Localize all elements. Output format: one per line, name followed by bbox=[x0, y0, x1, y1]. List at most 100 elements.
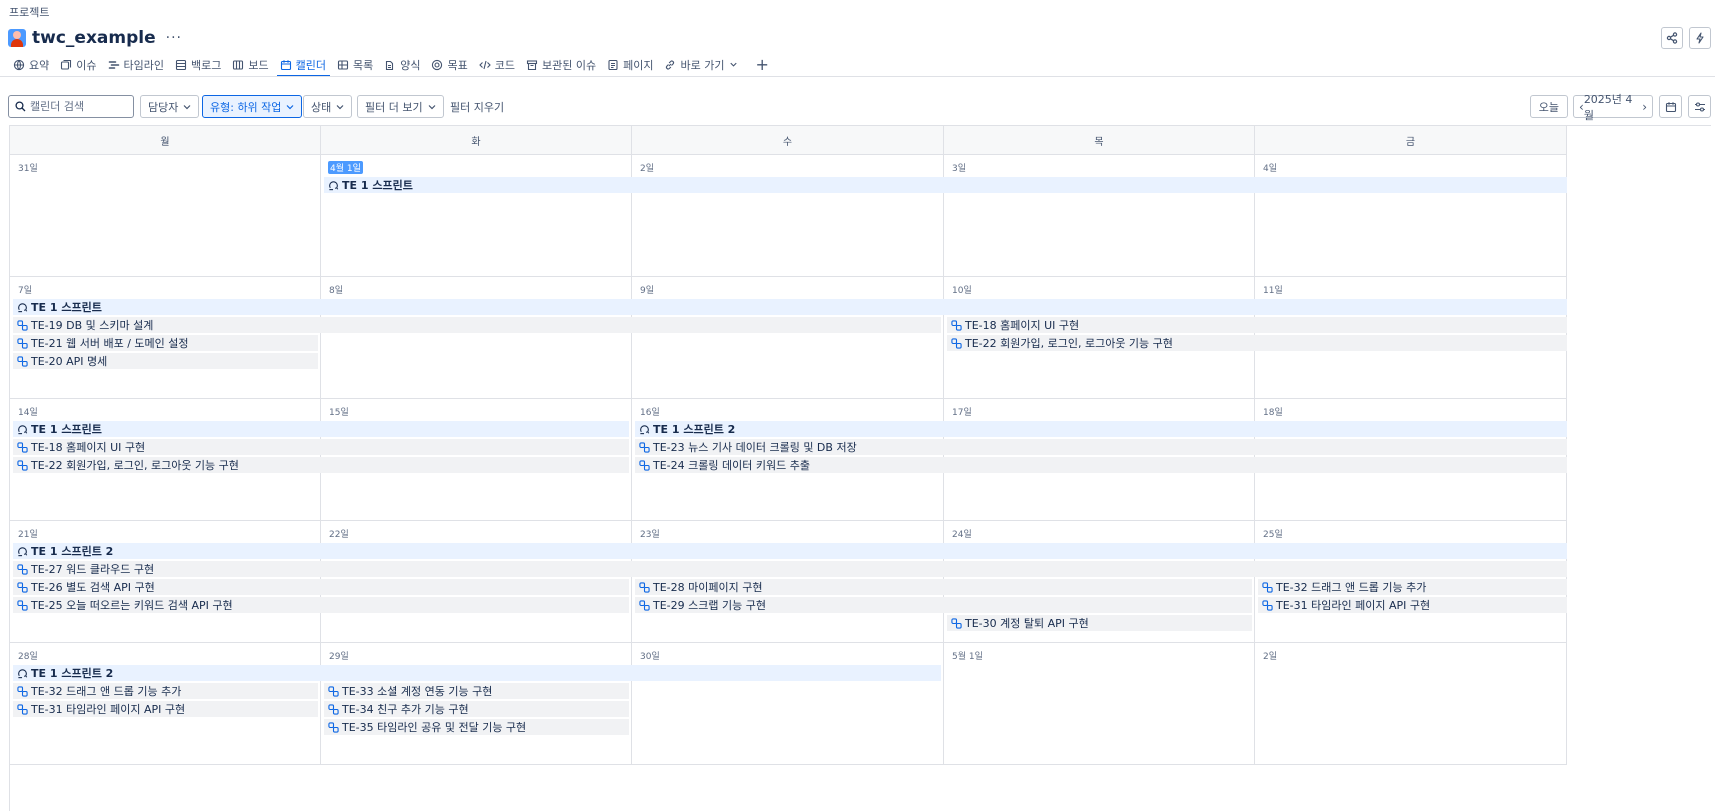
issue-bar[interactable]: TE-24 크롤링 데이터 키워드 추출 bbox=[635, 457, 1567, 473]
tab-code[interactable]: 코드 bbox=[474, 53, 521, 76]
subtask-icon bbox=[17, 563, 28, 575]
day-number: 28일 bbox=[18, 652, 38, 662]
day-number: 8일 bbox=[329, 286, 344, 296]
type-filter[interactable]: 유형: 하위 작업 bbox=[202, 95, 303, 118]
sprint-bar[interactable]: TE 1 스프린트 bbox=[13, 299, 1567, 315]
automation-button[interactable] bbox=[1689, 27, 1711, 49]
issue-label: TE-32 드래그 앤 드롭 기능 추가 bbox=[31, 685, 182, 698]
next-month-button[interactable]: › bbox=[1642, 100, 1647, 114]
issue-bar[interactable]: TE-33 소셜 계정 연동 기능 구현 bbox=[324, 683, 629, 699]
breadcrumb[interactable]: 프로젝트 bbox=[9, 4, 49, 20]
issue-bar[interactable]: TE-18 홈페이지 UI 구현 bbox=[947, 317, 1567, 333]
status-filter[interactable]: 상태 bbox=[303, 95, 353, 118]
issue-bar[interactable]: TE-28 마이페이지 구현 bbox=[635, 579, 1252, 595]
issue-bar[interactable]: TE-20 API 명세 bbox=[13, 353, 318, 369]
chevron-down-icon bbox=[428, 104, 436, 109]
weekday-header: 화 bbox=[321, 126, 632, 155]
day-cell[interactable]: 31일 bbox=[10, 155, 321, 277]
day-cell[interactable]: 9일 bbox=[632, 277, 944, 399]
day-cell[interactable]: 2일 bbox=[632, 155, 944, 277]
sprint-label: TE 1 스프린트 bbox=[31, 301, 102, 314]
day-cell[interactable]: 4일 bbox=[1255, 155, 1567, 277]
issue-label: TE-29 스크랩 기능 구현 bbox=[653, 599, 766, 612]
issue-label: TE-35 타임라인 공유 및 전달 기능 구현 bbox=[342, 721, 527, 734]
calendar-grid: 월 화 수 목 금 31일 4월 1일 2일 3일 4일 TE 1 스프린트 7일 8일 9일 10일 11일… bbox=[9, 125, 1711, 811]
more-actions-button[interactable]: ··· bbox=[166, 30, 182, 46]
issue-bar[interactable]: TE-31 타임라인 페이지 API 구현 bbox=[13, 701, 318, 717]
issues-icon bbox=[61, 59, 72, 70]
tab-calendar[interactable]: 캘린더 bbox=[275, 53, 332, 77]
issue-bar[interactable]: TE-29 스크랩 기능 구현 bbox=[635, 597, 1252, 613]
day-number: 11일 bbox=[1263, 286, 1283, 296]
sprint-bar[interactable]: TE 1 스프린트 2 bbox=[635, 421, 1567, 437]
lightning-icon bbox=[1696, 32, 1704, 44]
day-number: 5월 1일 bbox=[952, 652, 983, 662]
issue-bar[interactable]: TE-26 별도 검색 API 구현 bbox=[13, 579, 629, 595]
day-number: 29일 bbox=[329, 652, 349, 662]
issue-bar[interactable]: TE-23 뉴스 기사 데이터 크롤링 및 DB 저장 bbox=[635, 439, 1567, 455]
search-input[interactable] bbox=[30, 100, 130, 113]
subtask-icon bbox=[17, 599, 28, 611]
tab-archive[interactable]: 보관된 이슈 bbox=[521, 53, 602, 76]
tab-issues[interactable]: 이슈 bbox=[55, 53, 102, 76]
tab-forms[interactable]: 양식 bbox=[379, 53, 426, 76]
day-cell[interactable]: 4월 1일 bbox=[321, 155, 632, 277]
tab-page[interactable]: 페이지 bbox=[602, 53, 659, 76]
tab-board[interactable]: 보드 bbox=[227, 53, 274, 76]
tab-link[interactable]: 바로 가기 bbox=[659, 53, 749, 76]
issue-bar[interactable]: TE-34 친구 추가 기능 구현 bbox=[324, 701, 629, 717]
chevron-down-icon bbox=[286, 104, 294, 109]
issue-label: TE-34 친구 추가 기능 구현 bbox=[342, 703, 469, 716]
issue-bar[interactable]: TE-32 드래그 앤 드롭 기능 추가 bbox=[1258, 579, 1567, 595]
tab-goal[interactable]: 목표 bbox=[426, 53, 473, 76]
tab-backlog[interactable]: 백로그 bbox=[170, 53, 227, 76]
subtask-icon bbox=[17, 581, 28, 593]
calendar-add-icon bbox=[1665, 101, 1676, 112]
issue-bar[interactable]: TE-25 오늘 떠오르는 키워드 검색 API 구현 bbox=[13, 597, 629, 613]
chevron-down-icon bbox=[183, 104, 191, 109]
issue-bar[interactable]: TE-22 회원가입, 로그인, 로그아웃 기능 구현 bbox=[13, 457, 629, 473]
issue-label: TE-24 크롤링 데이터 키워드 추출 bbox=[653, 459, 810, 472]
subtask-icon bbox=[328, 721, 339, 733]
type-filter-label: 유형: 하위 작업 bbox=[210, 100, 282, 114]
issue-label: TE-20 API 명세 bbox=[31, 355, 108, 368]
issue-bar[interactable]: TE-31 타임라인 페이지 API 구현 bbox=[1258, 597, 1567, 613]
calendar-view-button[interactable] bbox=[1659, 95, 1682, 118]
clear-filters-button[interactable]: 필터 지우기 bbox=[450, 95, 504, 118]
issue-bar[interactable]: TE-35 타임라인 공유 및 전달 기능 구현 bbox=[324, 719, 629, 735]
add-tab-button[interactable]: + bbox=[749, 53, 774, 76]
issue-bar[interactable]: TE-30 계정 탈퇴 API 구현 bbox=[947, 615, 1252, 631]
sprint-bar[interactable]: TE 1 스프린트 2 bbox=[13, 665, 941, 681]
view-settings-button[interactable] bbox=[1688, 95, 1711, 118]
issue-label: TE-18 홈페이지 UI 구현 bbox=[31, 441, 146, 454]
tab-list[interactable]: 목록 bbox=[332, 53, 379, 76]
tab-label: 보관된 이슈 bbox=[541, 58, 597, 72]
sprint-bar[interactable]: TE 1 스프린트 bbox=[13, 421, 629, 437]
day-cell[interactable]: 3일 bbox=[944, 155, 1255, 277]
sprint-icon bbox=[640, 424, 650, 434]
issue-bar[interactable]: TE-27 워드 클라우드 구현 bbox=[13, 561, 1567, 577]
tab-globe[interactable]: 요약 bbox=[8, 53, 55, 76]
issue-bar[interactable]: TE-21 웹 서버 배포 / 도메인 설정 bbox=[13, 335, 318, 351]
issue-bar[interactable]: TE-22 회원가입, 로그인, 로그아웃 기능 구현 bbox=[947, 335, 1567, 351]
more-filters-button[interactable]: 필터 더 보기 bbox=[357, 95, 444, 118]
sprint-bar[interactable]: TE 1 스프린트 bbox=[324, 177, 1567, 193]
goal-icon bbox=[432, 59, 443, 70]
issue-bar[interactable]: TE-18 홈페이지 UI 구현 bbox=[13, 439, 629, 455]
issue-bar[interactable]: TE-32 드래그 앤 드롭 기능 추가 bbox=[13, 683, 318, 699]
tab-timeline[interactable]: 타임라인 bbox=[103, 53, 170, 76]
forms-icon bbox=[386, 60, 394, 70]
share-button[interactable] bbox=[1661, 27, 1683, 49]
subtask-icon bbox=[17, 703, 28, 715]
sprint-bar[interactable]: TE 1 스프린트 2 bbox=[13, 543, 1567, 559]
day-cell[interactable]: 30일 bbox=[632, 643, 944, 765]
issue-bar[interactable]: TE-19 DB 및 스키마 설계 bbox=[13, 317, 941, 333]
day-cell[interactable]: 2일 bbox=[1255, 643, 1567, 765]
more-filters-label: 필터 더 보기 bbox=[365, 100, 423, 114]
day-cell[interactable]: 8일 bbox=[321, 277, 632, 399]
calendar-search[interactable] bbox=[8, 95, 134, 118]
today-button[interactable]: 오늘 bbox=[1529, 95, 1568, 118]
day-number: 15일 bbox=[329, 408, 349, 418]
day-cell[interactable]: 5월 1일 bbox=[944, 643, 1255, 765]
assignee-filter[interactable]: 담당자 bbox=[140, 95, 200, 118]
